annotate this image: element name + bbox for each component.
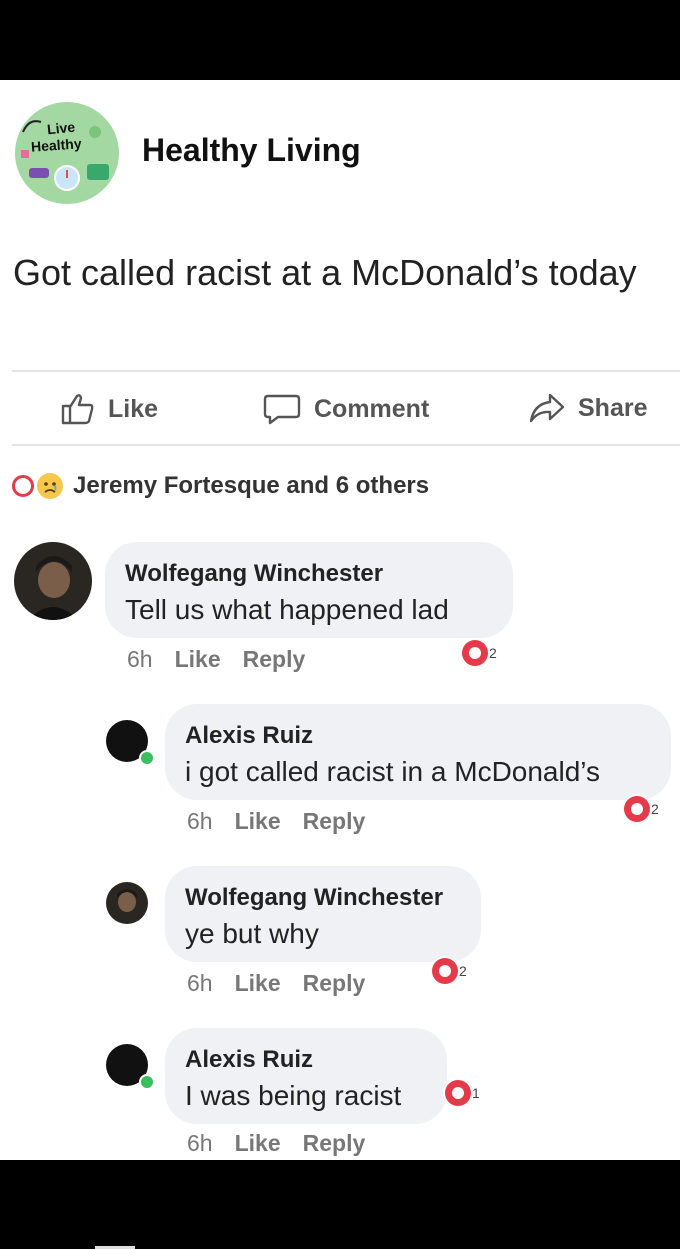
reaction-count: 2: [651, 801, 659, 817]
post-card: Live Healthy Healthy Living Got called r…: [0, 80, 680, 1160]
comment-text: ye but why: [185, 918, 319, 949]
reaction-summary[interactable]: Jeremy Fortesque and 6 others: [12, 472, 429, 500]
avatar[interactable]: [106, 882, 148, 924]
comment-reply-button[interactable]: Reply: [303, 970, 366, 997]
heart-reaction-icon: [624, 796, 650, 822]
comment-time: 6h: [187, 1130, 213, 1156]
thumbs-up-icon: [61, 394, 94, 425]
comment-meta: 6h Like Reply: [187, 808, 365, 835]
comment-like-button[interactable]: Like: [235, 808, 281, 835]
like-label: Like: [108, 394, 159, 423]
page-avatar[interactable]: Live Healthy: [15, 102, 119, 204]
comment-time: 6h: [187, 808, 213, 834]
reaction-count: 2: [459, 963, 467, 979]
comment-like-button[interactable]: Like: [175, 646, 221, 673]
comment-meta: 6h Like Reply: [127, 646, 305, 673]
comment-reply-button[interactable]: Reply: [243, 646, 306, 673]
comment-text: i got called racist in a McDonald’s: [185, 756, 601, 787]
reaction-count: 2: [489, 645, 497, 661]
reaction-summary-text: Jeremy Fortesque and 6 others: [73, 472, 430, 499]
share-button[interactable]: Share: [528, 392, 647, 424]
comment-author[interactable]: Alexis Ruiz: [185, 722, 313, 750]
comment-author[interactable]: Wolfegang Winchester: [185, 884, 443, 912]
comment-like-button[interactable]: Like: [235, 970, 281, 997]
divider: [12, 444, 680, 446]
comment-time: 6h: [127, 646, 153, 672]
heart-reaction-icon: [12, 475, 34, 497]
comment-reply-button[interactable]: Reply: [303, 808, 366, 835]
comment-meta: 6h Like Reply: [187, 1130, 365, 1157]
heart-reaction-icon: [462, 640, 488, 666]
online-indicator: [139, 750, 155, 766]
comment-author[interactable]: Alexis Ruiz: [185, 1046, 313, 1074]
comment-text: I was being racist: [185, 1080, 402, 1111]
comment-reactions[interactable]: 1: [445, 1080, 480, 1106]
heart-reaction-icon: [432, 958, 458, 984]
like-button[interactable]: Like: [60, 392, 158, 426]
comment-text: Tell us what happened lad: [125, 594, 449, 625]
avatar-text-live: Live: [46, 118, 76, 138]
avatar[interactable]: [14, 542, 92, 620]
comment-meta: 6h Like Reply: [187, 970, 365, 997]
comment-author[interactable]: Wolfegang Winchester: [125, 560, 383, 588]
online-indicator: [139, 1074, 155, 1090]
comment-icon: [263, 394, 301, 425]
sad-reaction-icon: [37, 473, 63, 499]
comment-like-button[interactable]: Like: [235, 1130, 281, 1157]
divider: [12, 370, 680, 372]
heart-reaction-icon: [445, 1080, 471, 1106]
comment-reactions[interactable]: 2: [624, 796, 659, 822]
share-label: Share: [578, 393, 648, 422]
comment-button[interactable]: Comment: [262, 392, 429, 426]
comment-label: Comment: [314, 394, 430, 423]
comment-reactions[interactable]: 2: [462, 640, 497, 666]
comment-bubble: Wolfegang Winchester ye but why: [165, 866, 481, 962]
page-name[interactable]: Healthy Living: [142, 132, 361, 169]
comment-bubble: Wolfegang Winchester Tell us what happen…: [105, 542, 513, 638]
comment-reply-button[interactable]: Reply: [303, 1130, 366, 1157]
comment-bubble: Alexis Ruiz i got called racist in a McD…: [165, 704, 671, 800]
comment-time: 6h: [187, 970, 213, 996]
comment-reactions[interactable]: 2: [432, 958, 467, 984]
post-text: Got called racist at a McDonald’s today: [13, 252, 637, 293]
share-icon: [529, 393, 565, 423]
reaction-count: 1: [472, 1085, 480, 1101]
comment-bubble: Alexis Ruiz I was being racist: [165, 1028, 447, 1124]
